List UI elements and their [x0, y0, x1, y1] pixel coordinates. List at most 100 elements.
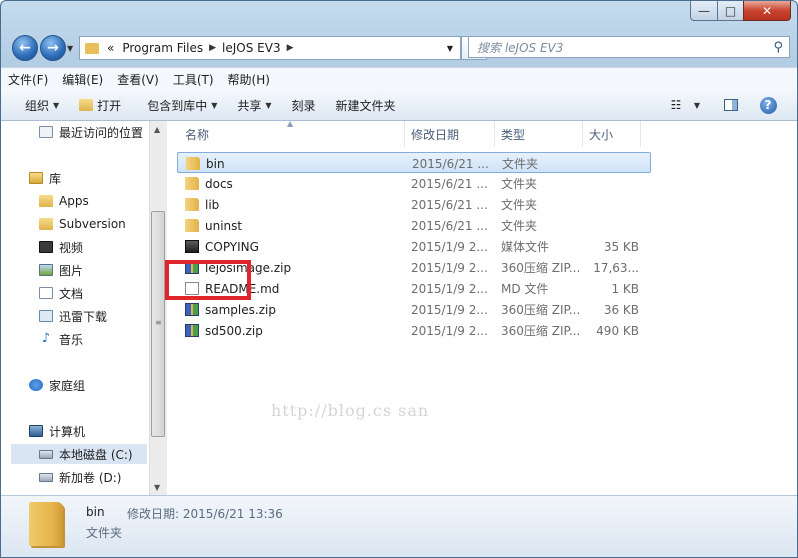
column-header-name[interactable]: 名称 [179, 121, 405, 147]
folder-icon [185, 177, 199, 190]
file-name: lejosimage.zip [205, 260, 292, 275]
details-modified: 修改日期: 2015/6/21 13:36 [127, 507, 283, 521]
nav-item-downloads[interactable]: 迅雷下载 [39, 306, 107, 326]
organize-button[interactable]: 组织 ▼ [1, 97, 69, 114]
nav-scrollbar[interactable]: ▲ ≡ ▼ [149, 121, 167, 495]
nav-item-video[interactable]: 视频 [39, 237, 83, 257]
column-header-type[interactable]: 类型 [495, 121, 583, 147]
arrow-left-icon: ← [19, 40, 31, 56]
breadcrumb-program-files[interactable]: Program Files [118, 41, 207, 55]
breadcrumb-lejos-ev3[interactable]: leJOS EV3 [218, 41, 285, 55]
column-label: 名称 [185, 127, 210, 142]
menu-help[interactable]: 帮助(H) [221, 71, 277, 88]
chevron-down-icon: ▼ [53, 100, 60, 110]
column-label: 大小 [589, 127, 614, 142]
menu-tools[interactable]: 工具(T) [166, 71, 221, 88]
folder-icon [186, 157, 200, 170]
view-options-icon[interactable]: ☷ [667, 94, 685, 116]
search-icon[interactable]: ⚲ [773, 40, 783, 55]
menu-view[interactable]: 查看(V) [110, 71, 166, 88]
nav-label: 库 [49, 171, 62, 186]
include-in-library-button[interactable]: 包含到库中 ▼ [131, 97, 227, 114]
column-header-date[interactable]: 修改日期 [405, 121, 495, 147]
preview-pane-icon[interactable] [721, 94, 741, 116]
burn-button[interactable]: 刻录 [282, 97, 326, 114]
zip-archive-icon [185, 261, 199, 274]
file-row-samples-zip[interactable]: samples.zip 2015/1/9 2... 360压缩 ZIP... 36 K… [177, 299, 641, 320]
folder-large-icon [29, 502, 63, 546]
file-row-docs[interactable]: docs 2015/6/21 ... 文件夹 [177, 173, 641, 194]
search-input[interactable]: 搜索 leJOS EV3 ⚲ [468, 36, 790, 58]
library-icon [29, 172, 43, 184]
breadcrumb-overflow[interactable]: « [103, 41, 118, 55]
chevron-down-icon: ▼ [211, 100, 218, 110]
back-button[interactable]: ← [12, 35, 38, 61]
file-row-sd500-zip[interactable]: sd500.zip 2015/1/9 2... 360压缩 ZIP... 490 KB [177, 320, 641, 341]
file-name-cell: samples.zip [185, 299, 411, 320]
file-type: 360压缩 ZIP... [501, 303, 581, 317]
file-name: samples.zip [205, 302, 276, 317]
music-note-icon: ♪ [41, 331, 51, 346]
nav-item-music[interactable]: ♪ 音乐 [39, 329, 83, 349]
file-type: 360压缩 ZIP... [501, 261, 581, 275]
chevron-down-icon[interactable]: ▼ [691, 94, 703, 116]
minimize-button[interactable]: — [690, 1, 718, 21]
pictures-library-icon [39, 264, 53, 276]
file-row-copying[interactable]: COPYING 2015/1/9 2... 媒体文件 35 KB [177, 236, 641, 257]
file-date: 2015/6/21 ... [411, 176, 488, 191]
share-button[interactable]: 共享 ▼ [227, 97, 281, 114]
watermark: http://blog.cs san [271, 401, 430, 420]
nav-label: 文档 [59, 286, 84, 301]
scroll-down-icon[interactable]: ▼ [154, 483, 160, 492]
nav-item-subversion[interactable]: Subversion [39, 214, 126, 234]
title-bar: — □ ✕ [1, 1, 797, 27]
new-folder-label: 新建文件夹 [335, 98, 396, 113]
file-name-cell: bin [186, 153, 412, 174]
file-row-lib[interactable]: lib 2015/6/21 ... 文件夹 [177, 194, 641, 215]
file-row-uninst[interactable]: uninst 2015/6/21 ... 文件夹 [177, 215, 641, 236]
nav-item-recent[interactable]: 最近访问的位置 [39, 122, 143, 142]
file-date: 2015/1/9 2... [411, 281, 488, 296]
open-button[interactable]: 打开 [69, 97, 131, 114]
file-type: 媒体文件 [501, 240, 550, 254]
nav-item-library[interactable]: 库 [29, 168, 61, 188]
nav-item-pictures[interactable]: 图片 [39, 260, 83, 280]
file-row-lejosimage-zip[interactable]: lejosimage.zip 2015/1/9 2... 360压缩 ZIP... 1… [177, 257, 641, 278]
file-date: 2015/6/21 ... [411, 197, 488, 212]
column-header-size[interactable]: 大小 [583, 121, 641, 147]
menu-edit[interactable]: 编辑(E) [55, 71, 110, 88]
forward-button[interactable]: → [40, 35, 66, 61]
details-type: 文件夹 [86, 526, 123, 540]
close-button[interactable]: ✕ [743, 1, 791, 21]
nav-item-homegroup[interactable]: 家庭组 [29, 375, 85, 395]
help-icon[interactable]: ? [758, 94, 778, 116]
file-type: 文件夹 [501, 177, 538, 191]
address-history-dropdown[interactable]: ▼ [440, 36, 461, 60]
nav-label: 最近访问的位置 [59, 125, 144, 140]
nav-item-disk-d[interactable]: 新加卷 (D:) [39, 467, 121, 487]
hard-disk-icon [39, 472, 53, 482]
chevron-right-icon[interactable]: ▶ [285, 43, 296, 53]
nav-item-disk-c[interactable]: 本地磁盘 (C:) [11, 444, 147, 464]
scroll-up-icon[interactable]: ▲ [154, 125, 160, 134]
file-row-readme-md[interactable]: README.md 2015/1/9 2... MD 文件 1 KB [177, 278, 641, 299]
menu-file[interactable]: 文件(F) [1, 71, 55, 88]
maximize-button[interactable]: □ [717, 1, 744, 21]
nav-item-computer[interactable]: 计算机 [29, 421, 85, 441]
file-type: MD 文件 [501, 282, 549, 296]
nav-item-documents[interactable]: 文档 [39, 283, 83, 303]
scroll-thumb[interactable]: ≡ [151, 211, 165, 437]
recent-pages-dropdown[interactable]: ▼ [67, 44, 73, 53]
new-folder-button[interactable]: 新建文件夹 [326, 97, 406, 114]
chevron-down-icon: ▼ [265, 100, 272, 110]
organize-label: 组织 [25, 98, 50, 113]
file-date: 2015/1/9 2... [411, 260, 488, 275]
file-name-cell: README.md [185, 278, 411, 299]
nav-item-apps[interactable]: Apps [39, 191, 89, 211]
open-folder-icon [79, 99, 94, 111]
chevron-right-icon[interactable]: ▶ [207, 43, 218, 53]
zip-archive-icon [185, 324, 199, 337]
file-size [589, 173, 639, 194]
file-row-bin[interactable]: bin 2015/6/21 ... 文件夹 [177, 152, 651, 173]
address-bar[interactable]: « Program Files ▶ leJOS EV3 ▶ [79, 36, 441, 60]
